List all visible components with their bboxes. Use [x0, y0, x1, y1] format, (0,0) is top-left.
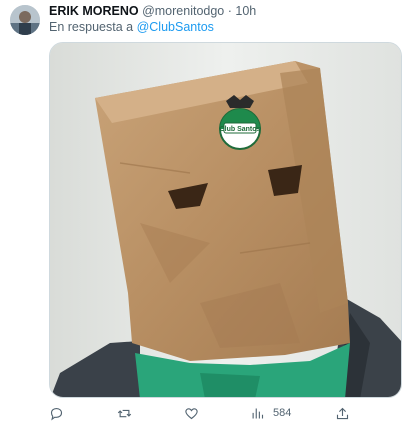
like-icon [185, 407, 198, 419]
retweet-icon [117, 409, 132, 417]
author-handle[interactable]: @morenitodgo [142, 4, 224, 18]
reply-prefix: En respuesta a [49, 20, 134, 34]
avatar-image [10, 5, 40, 35]
share-button[interactable] [335, 402, 350, 424]
retweet-button[interactable] [117, 402, 132, 424]
logo-text: Club Santos [220, 126, 261, 133]
separator-dot: · [227, 4, 232, 18]
reply-button[interactable] [49, 402, 64, 424]
views-count: 584 [273, 407, 292, 419]
action-bar: 584 [49, 402, 402, 424]
mention-link[interactable]: @ClubSantos [137, 20, 214, 34]
views-icon [252, 408, 264, 418]
avatar[interactable] [10, 5, 40, 35]
like-button[interactable] [184, 402, 199, 424]
reply-context: En respuesta a @ClubSantos [49, 20, 214, 34]
paper-bag-photo: Club Santos [50, 43, 401, 397]
views-button[interactable]: 584 [250, 402, 291, 424]
reply-icon [50, 407, 63, 420]
share-icon [336, 407, 349, 419]
tweet-image[interactable]: Club Santos [49, 42, 402, 398]
tweet-header: ERIK MORENO @morenitodgo · 10h [49, 4, 256, 18]
tweet: ERIK MORENO @morenitodgo · 10h En respue… [0, 0, 412, 429]
timestamp[interactable]: 10h [235, 4, 256, 18]
author-name[interactable]: ERIK MORENO [49, 4, 139, 18]
